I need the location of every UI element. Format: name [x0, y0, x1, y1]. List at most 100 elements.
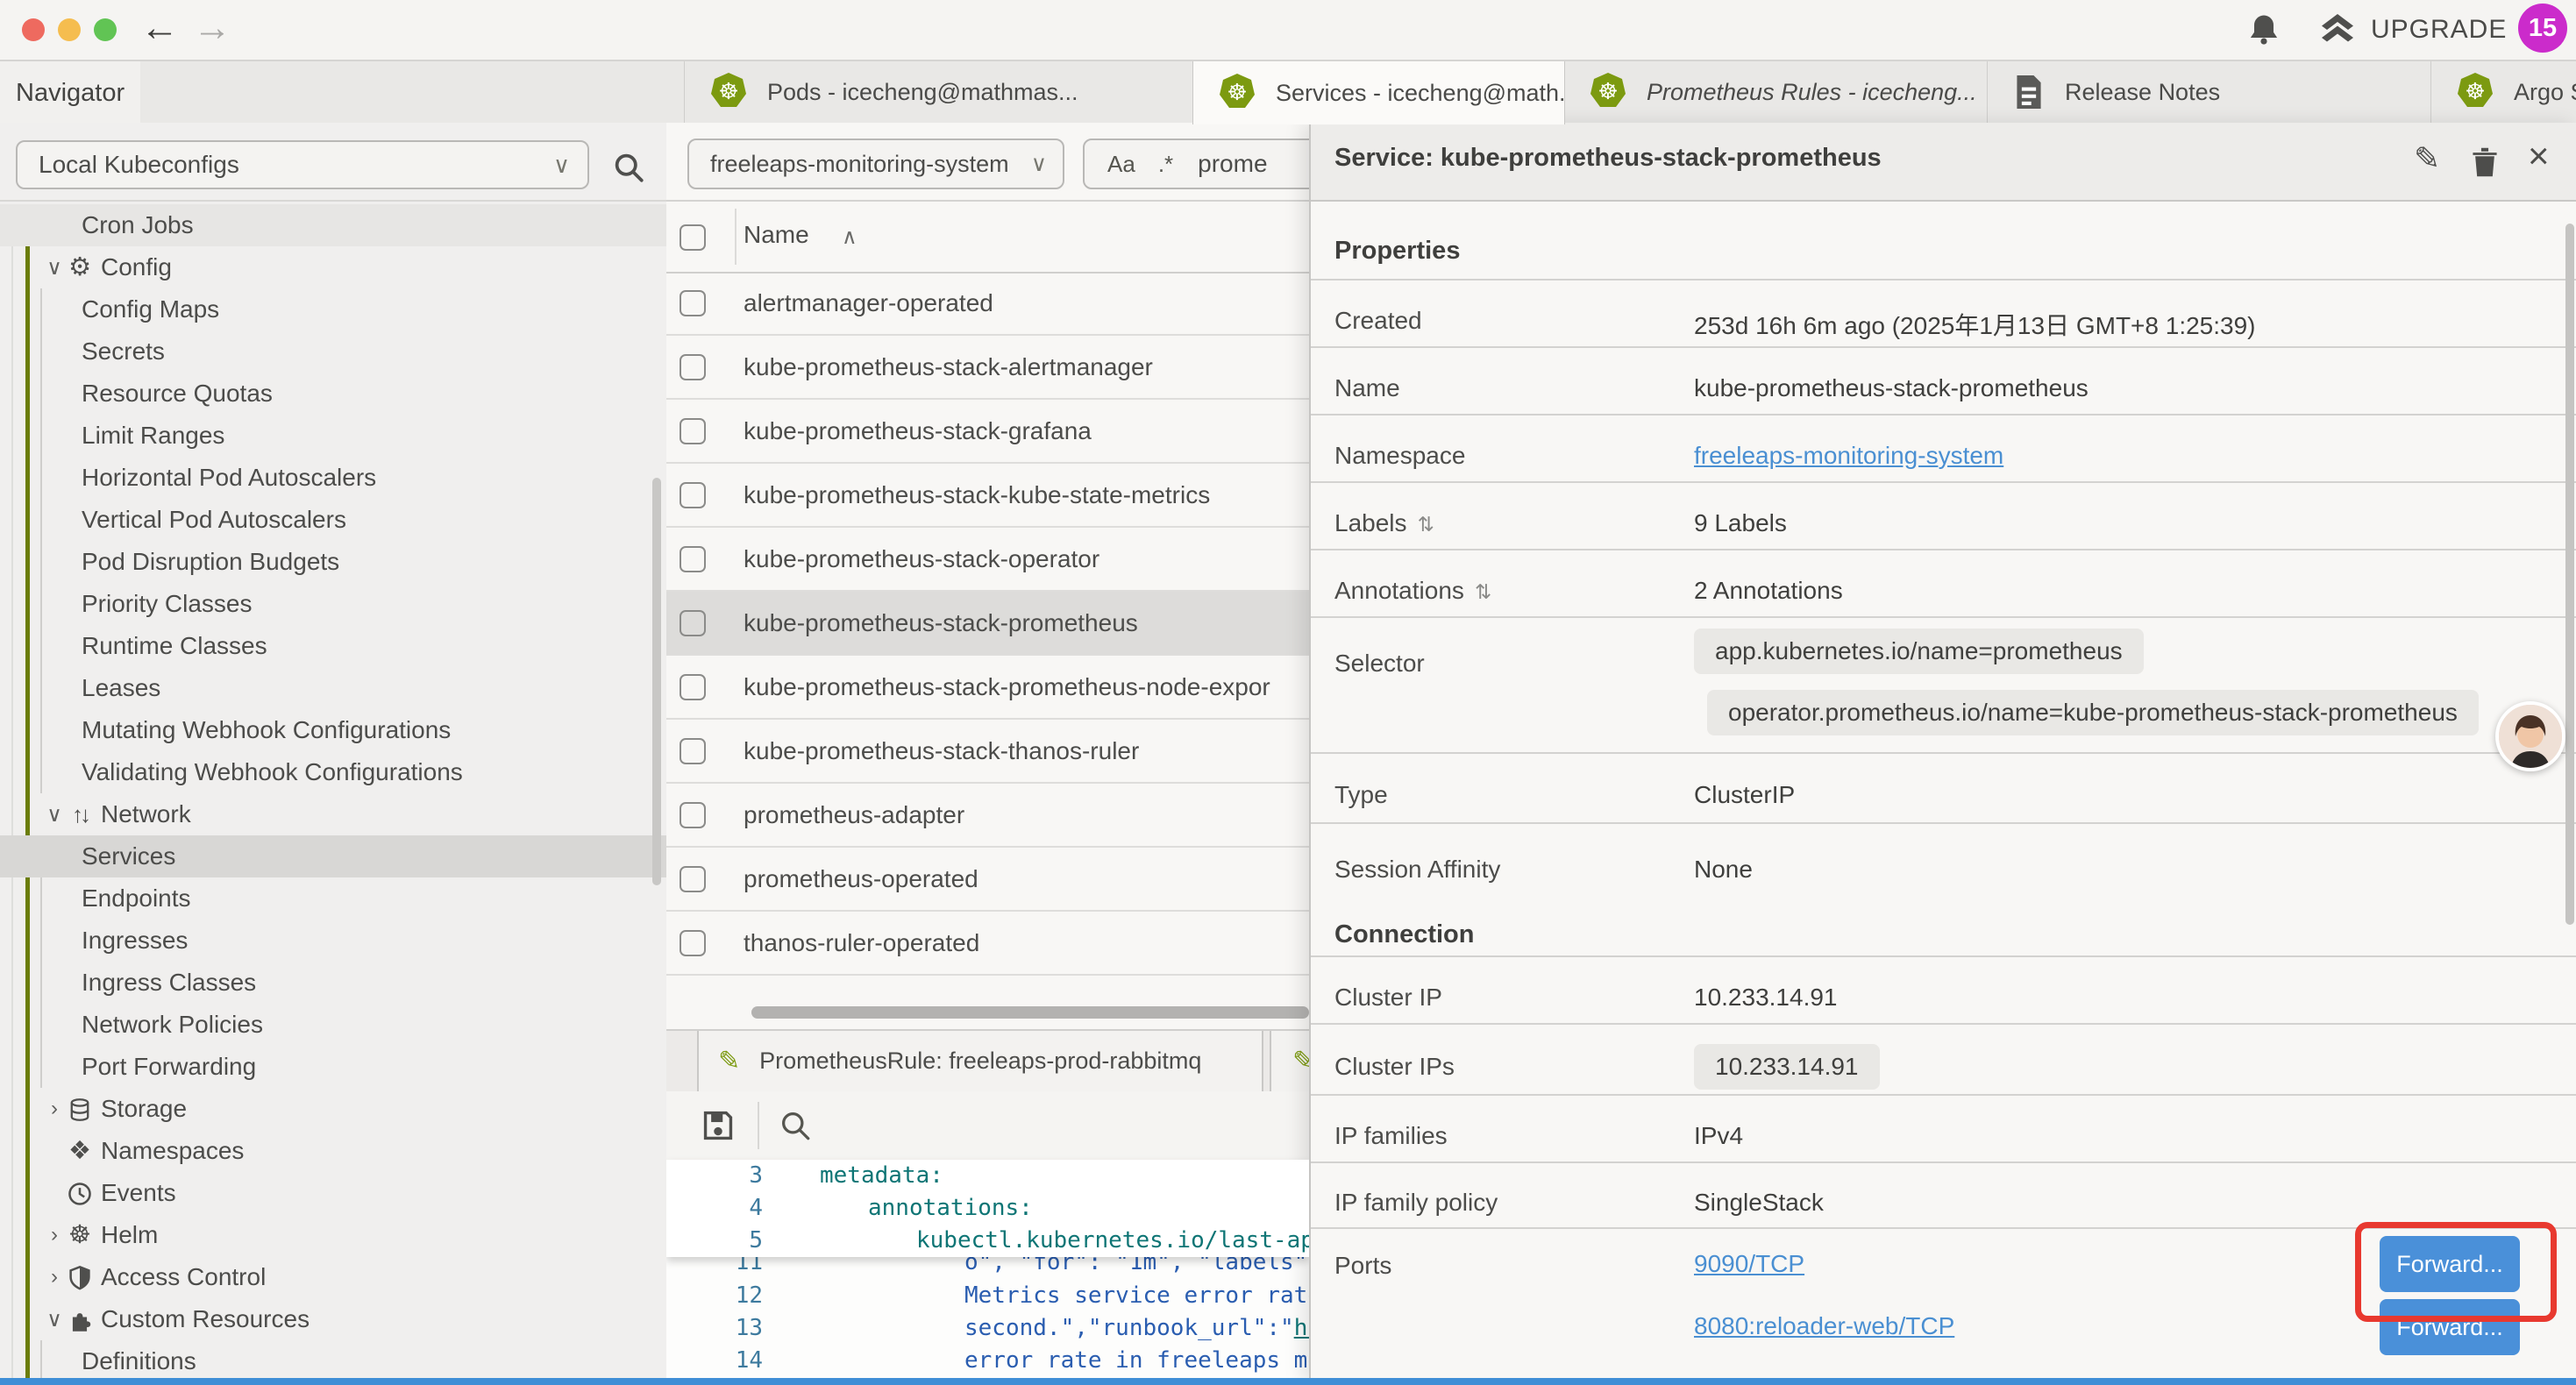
- sidebar-item-resource-quotas[interactable]: Resource Quotas: [0, 373, 666, 415]
- sidebar-item-priority-classes[interactable]: Priority Classes: [0, 583, 666, 625]
- service-row-thanos-ruler-operated[interactable]: thanos-ruler-operated: [666, 912, 1309, 976]
- sidebar-item-leases[interactable]: Leases: [0, 667, 666, 709]
- sidebar-item-pod-disruption-budgets[interactable]: Pod Disruption Budgets: [0, 541, 666, 583]
- row-checkbox[interactable]: [680, 354, 706, 380]
- sidebar-item-storage[interactable]: ›Storage: [0, 1088, 666, 1130]
- service-row-kube-prometheus-stack-prometheus[interactable]: kube-prometheus-stack-prometheus: [666, 592, 1309, 656]
- sidebar-item-config-maps[interactable]: Config Maps: [0, 288, 666, 330]
- row-checkbox[interactable]: [680, 738, 706, 764]
- back-arrow-icon[interactable]: ←: [140, 7, 179, 49]
- close-icon[interactable]: ×: [2528, 135, 2550, 177]
- kubeconfig-selector[interactable]: Local Kubeconfigs ∨: [16, 140, 589, 189]
- service-row-kube-prometheus-stack-thanos-ruler[interactable]: kube-prometheus-stack-thanos-ruler: [666, 720, 1309, 784]
- row-checkbox[interactable]: [680, 866, 706, 892]
- detail-row-annotations: Annotations⇅2 Annotations: [1311, 549, 2576, 618]
- tab-services-icecheng-math[interactable]: ☸Services - icecheng@math...×: [1192, 61, 1565, 124]
- sidebar-item-helm[interactable]: ›☸Helm: [0, 1214, 666, 1256]
- name-column-header[interactable]: Name: [744, 221, 809, 249]
- port-link-8080-reloader-web-tcp[interactable]: 8080:reloader-web/TCP: [1694, 1312, 1954, 1340]
- detail-scrollbar[interactable]: [2565, 224, 2574, 925]
- sidebar-item-limit-ranges[interactable]: Limit Ranges: [0, 415, 666, 457]
- sidebar-item-secrets[interactable]: Secrets: [0, 330, 666, 373]
- notification-count-badge[interactable]: 15: [2518, 4, 2567, 53]
- service-row-kube-prometheus-stack-operator[interactable]: kube-prometheus-stack-operator: [666, 528, 1309, 592]
- sidebar-item-definitions[interactable]: Definitions: [0, 1340, 666, 1382]
- sidebar-item-ingress-classes[interactable]: Ingress Classes: [0, 962, 666, 1004]
- match-case-toggle[interactable]: Aa: [1107, 151, 1135, 178]
- sort-icon[interactable]: ⇅: [1475, 580, 1491, 603]
- sidebar-item-access-control[interactable]: ›Access Control: [0, 1256, 666, 1298]
- row-checkbox[interactable]: [680, 482, 706, 508]
- service-row-kube-prometheus-stack-alertmanager[interactable]: kube-prometheus-stack-alertmanager: [666, 336, 1309, 400]
- row-checkbox[interactable]: [680, 930, 706, 956]
- search-filter-input[interactable]: Aa .* prome: [1083, 138, 1309, 189]
- editor-tab-prometheusrule[interactable]: ✎ PrometheusRule: freeleaps-prod-rabbitm…: [697, 1031, 1263, 1091]
- sidebar-item-vertical-pod-autoscalers[interactable]: Vertical Pod Autoscalers: [0, 499, 666, 541]
- tab-pods-icecheng-mathmas[interactable]: ☸Pods - icecheng@mathmas...: [684, 61, 1193, 123]
- chevron-right-icon[interactable]: ›: [41, 1223, 68, 1247]
- user-avatar[interactable]: [2495, 701, 2565, 771]
- sidebar-item-config[interactable]: ∨⚙Config: [0, 246, 666, 288]
- chevron-right-icon[interactable]: ›: [41, 1265, 68, 1289]
- select-all-checkbox[interactable]: [680, 224, 706, 251]
- sidebar-item-namespaces[interactable]: ❖Namespaces: [0, 1130, 666, 1172]
- sidebar-item-runtime-classes[interactable]: Runtime Classes: [0, 625, 666, 667]
- minimize-window-button[interactable]: [58, 18, 81, 41]
- sidebar-item-network-policies[interactable]: Network Policies: [0, 1004, 666, 1046]
- sidebar-item-port-forwarding[interactable]: Port Forwarding: [0, 1046, 666, 1088]
- zoom-window-button[interactable]: [94, 18, 117, 41]
- save-icon[interactable]: [700, 1107, 737, 1148]
- port-link-9090-tcp[interactable]: 9090/TCP: [1694, 1250, 1804, 1278]
- sidebar-item-cron-jobs[interactable]: Cron Jobs: [0, 204, 666, 246]
- row-checkbox[interactable]: [680, 290, 706, 316]
- up-down-arrows-icon: ↑↓: [72, 801, 88, 827]
- service-row-kube-prometheus-stack-prometheus-node-expor[interactable]: kube-prometheus-stack-prometheus-node-ex…: [666, 656, 1309, 720]
- detail-row-cluster-ips: Cluster IPs10.233.14.91: [1311, 1023, 2576, 1096]
- chevron-down-icon[interactable]: ∨: [41, 255, 68, 281]
- puzzle-icon: [67, 1307, 93, 1333]
- service-row-prometheus-operated[interactable]: prometheus-operated: [666, 848, 1309, 912]
- notifications-bell-icon[interactable]: [2245, 11, 2283, 53]
- editor-search-icon[interactable]: [779, 1109, 814, 1148]
- close-window-button[interactable]: [22, 18, 45, 41]
- delete-trash-icon[interactable]: [2470, 146, 2500, 187]
- edit-pencil-icon[interactable]: ✎: [2414, 140, 2440, 177]
- sidebar-scrollbar[interactable]: [652, 478, 661, 885]
- sidebar-item-network[interactable]: ∨↑↓Network: [0, 793, 666, 835]
- editor-tab-partial[interactable]: ✎: [1270, 1031, 1309, 1091]
- tab-argo-se[interactable]: ☸Argo Se: [2430, 61, 2576, 123]
- row-checkbox[interactable]: [680, 674, 706, 700]
- horizontal-scrollbar[interactable]: [751, 1006, 1309, 1019]
- yaml-editor[interactable]: 3metadata:4annotations:5kubectl.kubernet…: [666, 1160, 1309, 1378]
- sidebar-item-endpoints[interactable]: Endpoints: [0, 877, 666, 920]
- namespace-selector[interactable]: freeleaps-monitoring-system ∨: [687, 138, 1064, 189]
- chevron-right-icon[interactable]: ›: [41, 1097, 68, 1121]
- chevron-down-icon[interactable]: ∨: [41, 802, 68, 827]
- sidebar-item-ingresses[interactable]: Ingresses: [0, 920, 666, 962]
- forward-arrow-icon[interactable]: →: [193, 7, 231, 49]
- namespace-link[interactable]: freeleaps-monitoring-system: [1694, 442, 2003, 470]
- regex-toggle[interactable]: .*: [1158, 151, 1173, 178]
- sidebar-item-events[interactable]: Events: [0, 1172, 666, 1214]
- connection-heading: Connection: [1334, 920, 1475, 949]
- row-checkbox[interactable]: [680, 610, 706, 636]
- tab-navigator[interactable]: Navigator: [0, 61, 140, 124]
- sidebar-item-validating-webhook-configurations[interactable]: Validating Webhook Configurations: [0, 751, 666, 793]
- sidebar-item-services[interactable]: Services: [0, 835, 666, 877]
- service-row-prometheus-adapter[interactable]: prometheus-adapter: [666, 784, 1309, 848]
- service-row-alertmanager-operated[interactable]: alertmanager-operated: [666, 272, 1309, 336]
- service-row-kube-prometheus-stack-grafana[interactable]: kube-prometheus-stack-grafana: [666, 400, 1309, 464]
- sidebar-item-mutating-webhook-configurations[interactable]: Mutating Webhook Configurations: [0, 709, 666, 751]
- chevron-down-icon[interactable]: ∨: [41, 1307, 68, 1332]
- sidebar-search-icon[interactable]: [612, 151, 647, 190]
- upgrade-button[interactable]: UPGRADE: [2316, 9, 2507, 51]
- tab-release-notes[interactable]: Release Notes: [1987, 61, 2431, 123]
- sort-icon[interactable]: ⇅: [1418, 513, 1434, 536]
- sidebar-item-custom-resources[interactable]: ∨Custom Resources: [0, 1298, 666, 1340]
- row-checkbox[interactable]: [680, 546, 706, 572]
- tab-prometheus-rules-icecheng[interactable]: ☸Prometheus Rules - icecheng...: [1563, 61, 1988, 123]
- row-checkbox[interactable]: [680, 802, 706, 828]
- service-row-kube-prometheus-stack-kube-state-metrics[interactable]: kube-prometheus-stack-kube-state-metrics: [666, 464, 1309, 528]
- row-checkbox[interactable]: [680, 418, 706, 444]
- sidebar-item-horizontal-pod-autoscalers[interactable]: Horizontal Pod Autoscalers: [0, 457, 666, 499]
